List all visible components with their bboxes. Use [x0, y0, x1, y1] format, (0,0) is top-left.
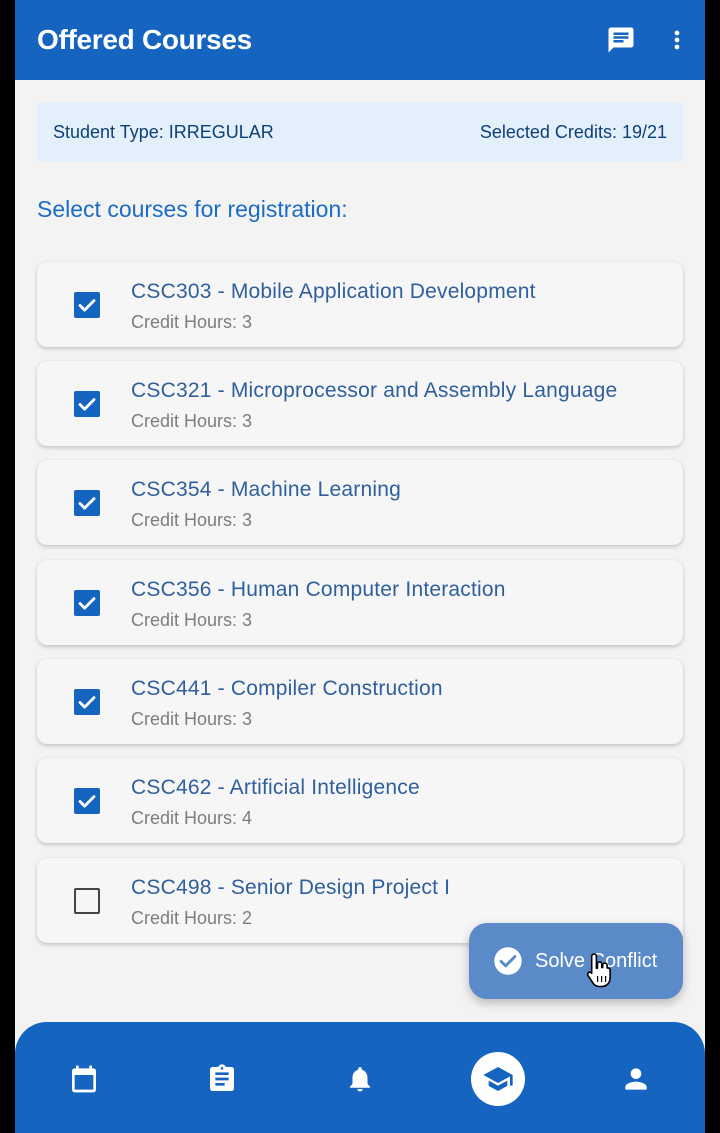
selected-credits-label: Selected Credits: 19/21: [479, 121, 667, 142]
check-circle-icon: [494, 947, 522, 975]
section-title: Select courses for registration:: [37, 196, 348, 222]
course-name: CSC498 - Senior Design Project I: [131, 876, 451, 899]
graduation-cap-icon: [483, 1067, 513, 1091]
clipboard-icon: [210, 1064, 234, 1091]
course-name: CSC441 - Compiler Construction: [131, 677, 443, 700]
checkbox-checked[interactable]: [74, 490, 100, 516]
solve-conflict-button[interactable]: Solve Conflict: [469, 923, 683, 999]
checkbox-checked[interactable]: [74, 788, 100, 814]
course-credit-hours: Credit Hours: 3: [131, 510, 253, 530]
more-vert-icon[interactable]: [661, 24, 693, 56]
course-credit-hours: Credit Hours: 2: [131, 908, 253, 928]
course-item[interactable]: CSC303 - Mobile Application Development …: [37, 262, 683, 347]
course-name: CSC356 - Human Computer Interaction: [131, 578, 506, 601]
course-name: CSC354 - Machine Learning: [131, 478, 401, 501]
bell-icon: [350, 1067, 370, 1092]
checkbox-unchecked[interactable]: [74, 888, 100, 914]
app-bar: Offered Courses: [15, 0, 705, 80]
course-name: CSC462 - Artificial Intelligence: [131, 776, 420, 799]
course-item[interactable]: CSC354 - Machine Learning Credit Hours: …: [37, 460, 683, 545]
course-name: CSC321 - Microprocessor and Assembly Lan…: [131, 379, 618, 402]
course-credit-hours: Credit Hours: 3: [131, 411, 253, 431]
course-credit-hours: Credit Hours: 3: [131, 709, 253, 729]
app-screen: Offered Courses Student Type: IRREGULAR …: [15, 0, 705, 1133]
course-item[interactable]: CSC356 - Human Computer Interaction Cred…: [37, 560, 683, 645]
checkbox-checked[interactable]: [74, 292, 100, 318]
course-item[interactable]: CSC321 - Microprocessor and Assembly Lan…: [37, 361, 683, 446]
nav-calendar[interactable]: [54, 1049, 114, 1109]
nav-notifications[interactable]: [330, 1049, 390, 1109]
course-credit-hours: Credit Hours: 3: [131, 312, 253, 332]
person-icon: [625, 1068, 647, 1090]
nav-clipboard[interactable]: [192, 1049, 252, 1109]
student-info-bar: Student Type: IRREGULAR Selected Credits…: [37, 102, 683, 162]
course-credit-hours: Credit Hours: 4: [131, 808, 253, 828]
checkbox-checked[interactable]: [74, 590, 100, 616]
course-credit-hours: Credit Hours: 3: [131, 610, 253, 630]
checkbox-checked[interactable]: [74, 689, 100, 715]
chat-icon[interactable]: [605, 24, 637, 56]
hand-cursor-icon: [586, 953, 611, 988]
page-title: Offered Courses: [37, 24, 252, 55]
student-type-label: Student Type: IRREGULAR: [53, 121, 274, 142]
course-name: CSC303 - Mobile Application Development: [131, 280, 536, 303]
nav-profile[interactable]: [606, 1049, 666, 1109]
checkbox-checked[interactable]: [74, 391, 100, 417]
nav-courses[interactable]: [468, 1049, 528, 1109]
bottom-navigation: [15, 1022, 705, 1133]
calendar-icon: [72, 1065, 96, 1093]
course-item[interactable]: CSC441 - Compiler Construction Credit Ho…: [37, 659, 683, 744]
course-item[interactable]: CSC462 - Artificial Intelligence Credit …: [37, 758, 683, 843]
